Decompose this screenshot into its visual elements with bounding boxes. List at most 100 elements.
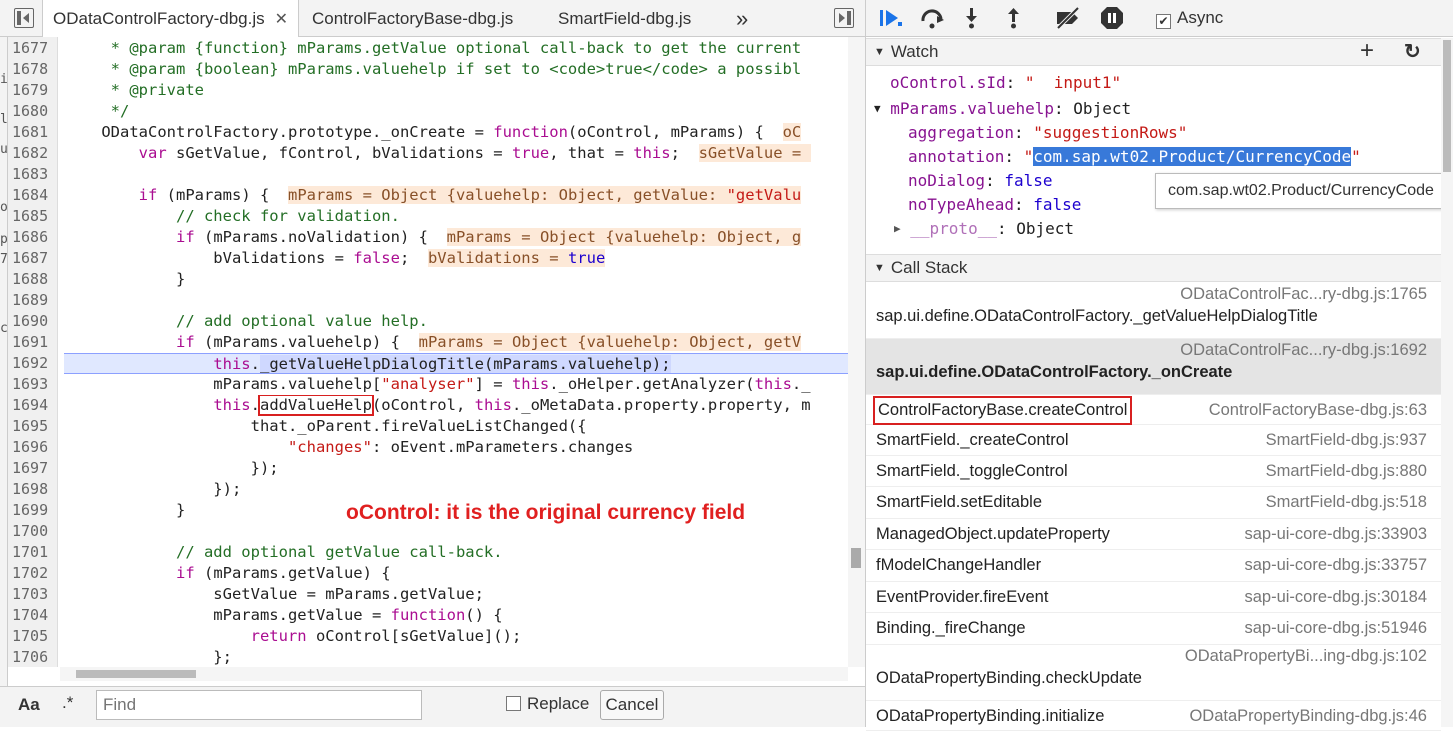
code-line[interactable]: // check for validation.	[64, 206, 856, 227]
scroll-thumb[interactable]	[1443, 40, 1451, 172]
line-number-gutter[interactable]: 1677 1678 1679 1680 1681 1682 1683 1684 1685 1686…	[8, 37, 58, 667]
frame-location-link[interactable]: ODataControlFac...ry-dbg.js:1692	[1180, 341, 1427, 360]
code-line[interactable]: ODataControlFactory.prototype._onCreate …	[64, 122, 856, 143]
tab-smartfield[interactable]: SmartField-dbg.js	[548, 0, 701, 37]
line-number[interactable]: 1704	[8, 605, 54, 626]
watch-prop-nodialog[interactable]: noDialog: false	[908, 170, 1053, 192]
frame-location-link[interactable]: SmartField-dbg.js:880	[1266, 462, 1427, 481]
code-line[interactable]: if (mParams.valuehelp) { mParams = Objec…	[64, 332, 856, 353]
regex-button[interactable]: .*	[62, 693, 73, 713]
editor-horizontal-scrollbar[interactable]	[60, 667, 848, 681]
frame-location-link[interactable]: SmartField-dbg.js:937	[1266, 431, 1427, 450]
line-number[interactable]: 1698	[8, 479, 54, 500]
line-number[interactable]: 1691	[8, 332, 54, 353]
async-checkbox[interactable]: ✔ Async	[1156, 8, 1223, 29]
watch-prop-aggregation[interactable]: aggregation: "suggestionRows"	[908, 122, 1187, 144]
callstack-frame[interactable]: SmartField._toggleControl SmartField-dbg.…	[866, 456, 1441, 487]
line-number[interactable]: 1678	[8, 59, 54, 80]
line-number[interactable]: 1688	[8, 269, 54, 290]
callstack-frame[interactable]: EventProvider.fireEvent sap-ui-core-dbg.j…	[866, 582, 1441, 613]
checkbox-box[interactable]	[506, 696, 521, 711]
expand-triangle-icon[interactable]: ▼	[874, 46, 885, 58]
line-number[interactable]: 1696	[8, 437, 54, 458]
step-over-icon[interactable]	[920, 6, 946, 35]
checkbox-check-icon[interactable]: ✔	[1156, 14, 1171, 29]
code-line[interactable]: };	[64, 647, 856, 667]
more-tabs-icon[interactable]: »	[726, 0, 758, 37]
callstack-frame[interactable]: SmartField._createControl SmartField-dbg.…	[866, 425, 1441, 456]
add-watch-icon[interactable]: +	[1360, 38, 1374, 64]
line-number[interactable]: 1693	[8, 374, 54, 395]
step-into-icon[interactable]	[962, 6, 982, 35]
frame-location-link[interactable]: sap-ui-core-dbg.js:33903	[1244, 525, 1427, 544]
code-line[interactable]: // add optional getValue call-back.	[64, 542, 856, 563]
code-line[interactable]: }	[64, 269, 856, 290]
frame-location-link[interactable]: ODataPropertyBinding-dbg.js:46	[1189, 707, 1427, 726]
code-line[interactable]: sGetValue = mParams.getValue;	[64, 584, 856, 605]
line-number[interactable]: 1679	[8, 80, 54, 101]
pause-on-exceptions-icon[interactable]	[1100, 6, 1124, 35]
toggle-navigator-icon[interactable]	[14, 8, 34, 28]
scroll-thumb[interactable]	[76, 670, 196, 678]
watch-prop-annotation[interactable]: annotation: "com.sap.wt02.Product/Curren…	[908, 146, 1361, 168]
callstack-frame[interactable]: ControlFactoryBase.createControl ControlF…	[866, 395, 1441, 425]
line-number[interactable]: 1695	[8, 416, 54, 437]
editor-vertical-scrollbar[interactable]	[848, 37, 865, 667]
sidebar-scrollbar[interactable]	[1441, 38, 1453, 727]
line-number[interactable]: 1702	[8, 563, 54, 584]
expand-triangle-icon[interactable]: ▼	[874, 262, 885, 274]
code-line[interactable]: * @param {function} mParams.getValue opt…	[64, 38, 856, 59]
code-line[interactable]: */	[64, 101, 856, 122]
line-number[interactable]: 1703	[8, 584, 54, 605]
callstack-frame[interactable]: sap.ui.define.ODataControlFactory._onCre…	[866, 339, 1441, 395]
watch-expr-valuehelp[interactable]: ▼ mParams.valuehelp: Object	[874, 98, 1131, 120]
code-line[interactable]: * @private	[64, 80, 856, 101]
current-execution-line[interactable]: this._getValueHelpDialogTitle(mParams.va…	[64, 353, 856, 374]
callstack-frame[interactable]: SmartField.setEditable SmartField-dbg.js:…	[866, 487, 1441, 519]
code-line[interactable]: if (mParams.getValue) {	[64, 563, 856, 584]
watch-expr-sid[interactable]: oControl.sId: " input1"	[890, 72, 1121, 94]
watch-prop-notypeahead[interactable]: noTypeAhead: false	[908, 194, 1081, 216]
frame-location-link[interactable]: SmartField-dbg.js:518	[1266, 493, 1427, 512]
frame-location-link[interactable]: sap-ui-core-dbg.js:33757	[1244, 556, 1427, 575]
code-line[interactable]: that._oParent.fireValueListChanged({	[64, 416, 856, 437]
match-case-button[interactable]: Aa	[18, 695, 40, 715]
frame-location-link[interactable]: ODataControlFac...ry-dbg.js:1765	[1180, 285, 1427, 304]
code-line[interactable]: mParams.valuehelp["analyser"] = this._oH…	[64, 374, 856, 395]
line-number[interactable]: 1689	[8, 290, 54, 311]
line-number[interactable]: 1700	[8, 521, 54, 542]
line-number[interactable]: 1699	[8, 500, 54, 521]
deactivate-breakpoints-icon[interactable]	[1054, 6, 1082, 35]
line-number[interactable]: 1692	[8, 353, 54, 374]
line-number[interactable]: 1686	[8, 227, 54, 248]
callstack-frame[interactable]: ODataPropertyBinding.checkUpdate ODataPro…	[866, 645, 1441, 701]
close-tab-icon[interactable]: ✕	[275, 11, 288, 28]
callstack-frame[interactable]: Binding._fireChange sap-ui-core-dbg.js:51…	[866, 613, 1441, 645]
code-line[interactable]	[64, 164, 856, 185]
line-number[interactable]: 1683	[8, 164, 54, 185]
frame-location-link[interactable]: ControlFactoryBase-dbg.js:63	[1209, 401, 1427, 420]
code-line[interactable]: // add optional value help.	[64, 311, 856, 332]
code-editor[interactable]: 1677 1678 1679 1680 1681 1682 1683 1684 1685 1686…	[8, 37, 856, 667]
code-line[interactable]: mParams.getValue = function() {	[64, 605, 856, 626]
code-line[interactable]: });	[64, 458, 856, 479]
refresh-icon[interactable]: ↻	[1404, 39, 1421, 65]
scroll-thumb[interactable]	[851, 548, 861, 568]
line-number[interactable]: 1690	[8, 311, 54, 332]
line-number[interactable]: 1685	[8, 206, 54, 227]
line-number[interactable]: 1681	[8, 122, 54, 143]
collapse-triangle-icon[interactable]: ▶	[894, 222, 901, 235]
resume-icon[interactable]	[878, 6, 904, 35]
line-number[interactable]: 1706	[8, 647, 54, 667]
expand-triangle-icon[interactable]: ▼	[874, 102, 881, 115]
line-number[interactable]: 1677	[8, 38, 54, 59]
tab-odatacontrolfactory[interactable]: ODataControlFactory-dbg.js ✕	[42, 0, 300, 38]
code-line[interactable]: return oControl[sGetValue]();	[64, 626, 856, 647]
cancel-button[interactable]: Cancel	[600, 690, 664, 720]
code-line[interactable]: this.addValueHelp(oControl, this._oMetaD…	[64, 395, 856, 416]
line-number[interactable]: 1705	[8, 626, 54, 647]
callstack-section-header[interactable]: ▼ Call Stack	[866, 254, 1441, 282]
tab-controlfactorybase[interactable]: ControlFactoryBase-dbg.js	[302, 0, 523, 37]
line-number[interactable]: 1684	[8, 185, 54, 206]
code-line[interactable]: * @param {boolean} mParams.valuehelp if …	[64, 59, 856, 80]
